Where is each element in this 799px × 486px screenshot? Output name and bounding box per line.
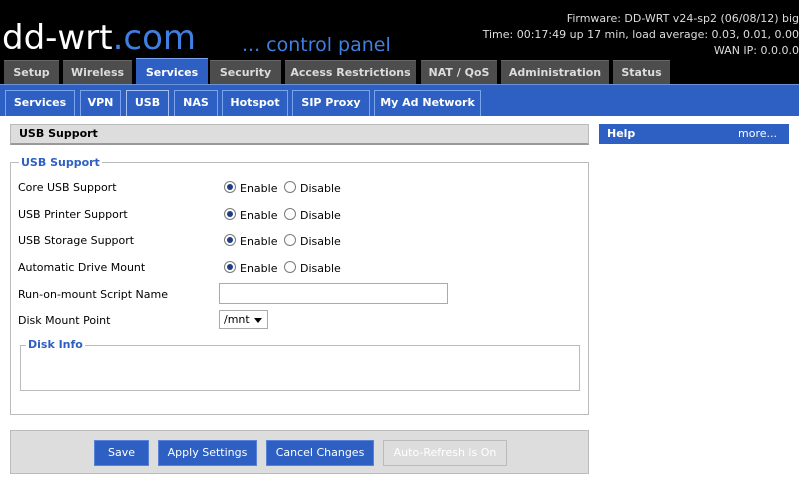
usb-storage-enable-radio[interactable] [224,234,236,246]
tab-security[interactable]: Security [210,60,281,84]
subtab-sip-proxy[interactable]: SIP Proxy [292,90,370,116]
core-usb-disable-radio[interactable] [284,181,296,193]
header: dd-wrt.com ... control panel Firmware: D… [0,0,799,85]
time-text: Time: 00:17:49 up 17 min, load average: … [482,28,799,41]
save-button[interactable]: Save [94,440,149,466]
router-status: Firmware: DD-WRT v24-sp2 (06/08/12) big … [483,11,799,59]
disk-info-legend: Disk Info [26,338,85,352]
apply-settings-button[interactable]: Apply Settings [158,440,257,466]
subtab-usb[interactable]: USB [126,90,169,116]
tab-status[interactable]: Status [613,60,670,84]
auto-mount-disable-label: Disable [300,262,341,275]
section-title: USB Support [10,124,589,145]
script-name-label: Run-on-mount Script Name [18,288,168,301]
usb-storage-enable-label: Enable [240,235,278,248]
mount-point-label: Disk Mount Point [18,314,111,327]
help-title: Help [607,127,636,140]
firmware-text: Firmware: DD-WRT v24-sp2 (06/08/12) big [566,12,799,25]
logo: dd-wrt.com [2,18,196,58]
subtab-hotspot[interactable]: Hotspot [222,90,288,116]
logo-main: dd-wrt [2,18,113,58]
sub-tabs: Services VPN USB NAS Hotspot SIP Proxy M… [0,84,799,116]
usb-printer-disable-radio[interactable] [284,208,296,220]
mount-point-value: /mnt [224,313,250,326]
usb-printer-label: USB Printer Support [18,208,128,221]
cancel-changes-button[interactable]: Cancel Changes [266,440,374,466]
wan-ip-text: WAN IP: 0.0.0.0 [713,44,799,57]
logo-suffix: .com [112,18,196,58]
usb-storage-label: USB Storage Support [18,234,135,247]
auto-mount-label: Automatic Drive Mount [18,261,146,274]
usb-printer-enable-label: Enable [240,209,278,222]
tab-setup[interactable]: Setup [4,60,59,84]
subtab-nas[interactable]: NAS [174,90,218,116]
auto-mount-disable-radio[interactable] [284,261,296,273]
core-usb-label: Core USB Support [18,181,117,194]
tab-access-restrictions[interactable]: Access Restrictions [285,60,416,84]
usb-storage-disable-radio[interactable] [284,234,296,246]
tab-wireless[interactable]: Wireless [63,60,132,84]
tab-services[interactable]: Services [136,58,208,85]
usb-printer-enable-radio[interactable] [224,208,236,220]
main-tabs: Setup Wireless Services Security Access … [0,58,799,85]
auto-mount-enable-label: Enable [240,262,278,275]
tab-administration[interactable]: Administration [501,60,609,84]
mount-point-select[interactable]: /mnt [219,310,268,329]
subtab-vpn[interactable]: VPN [80,90,121,116]
core-usb-enable-label: Enable [240,182,278,195]
control-panel-subtitle: ... control panel [242,34,391,56]
usb-printer-disable-label: Disable [300,209,341,222]
help-more-link[interactable]: more... [738,124,777,144]
fieldset-legend: USB Support [19,156,102,170]
auto-mount-enable-radio[interactable] [224,261,236,273]
button-bar: Save Apply Settings Cancel Changes Auto-… [10,430,589,474]
subtab-my-ad-network[interactable]: My Ad Network [374,90,481,116]
disk-info-fieldset: Disk Info [20,338,580,391]
core-usb-disable-label: Disable [300,182,341,195]
chevron-down-icon [254,318,262,323]
usb-storage-disable-label: Disable [300,235,341,248]
script-name-input[interactable] [219,283,448,304]
help-header: Help more... [599,124,789,144]
tab-nat-qos[interactable]: NAT / QoS [421,60,497,84]
auto-refresh-button: Auto-Refresh is On [383,440,507,466]
core-usb-enable-radio[interactable] [224,181,236,193]
subtab-services[interactable]: Services [5,90,75,116]
